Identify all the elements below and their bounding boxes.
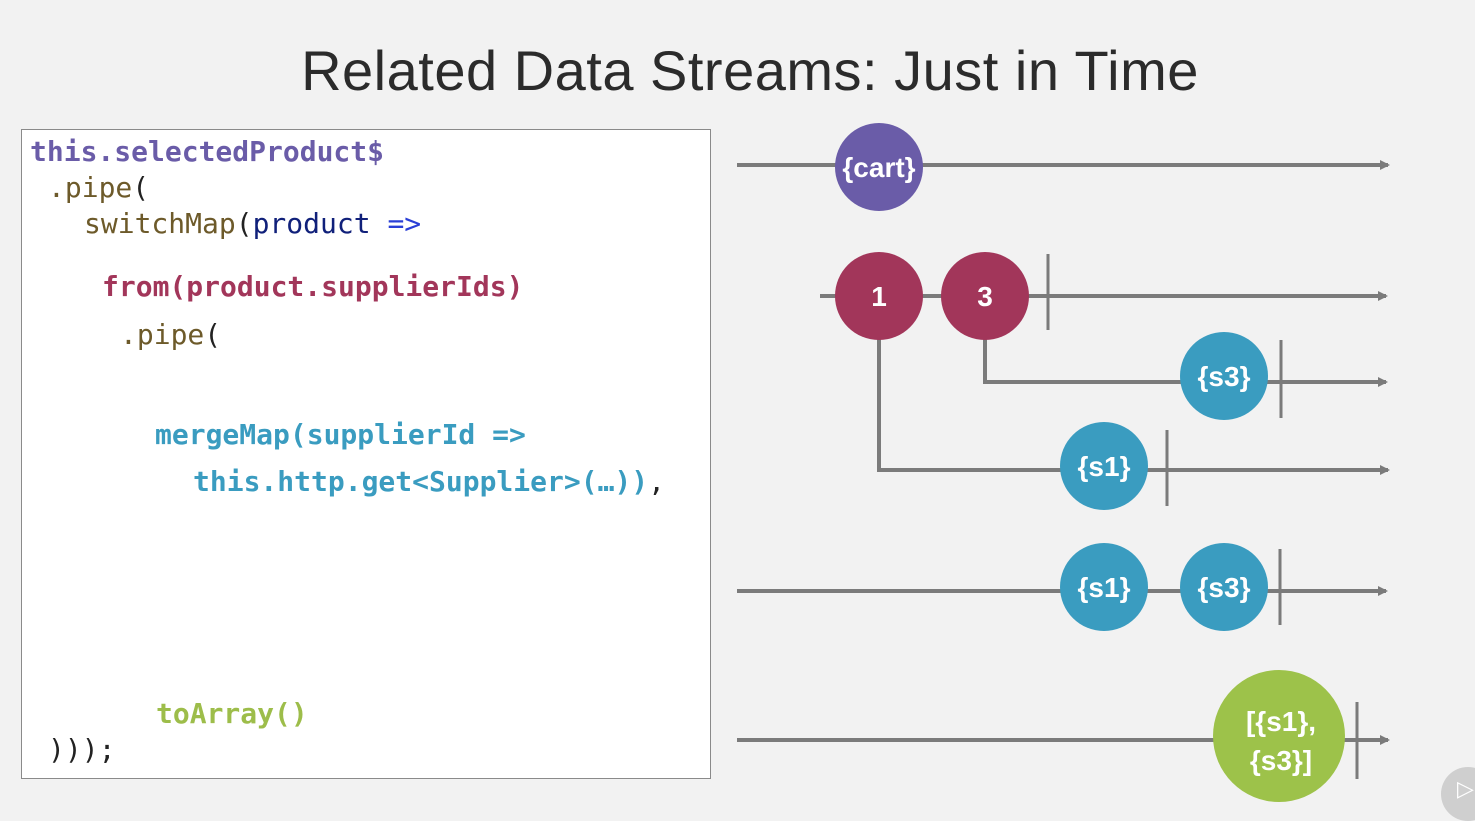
marble-id-3-label: 3 xyxy=(977,281,993,312)
marble-inner-s1-label: {s1} xyxy=(1078,451,1131,482)
marble-inner-s3-label: {s3} xyxy=(1198,361,1251,392)
play-icon: ▷ xyxy=(1457,777,1474,802)
marble-id-1-label: 1 xyxy=(871,281,887,312)
marble-diagram: {cart} 1 3 {s3} {s1} {s1} {s3} [{s1}, {s… xyxy=(737,123,1390,802)
marble-merged-s3-label: {s3} xyxy=(1198,572,1251,603)
marble-array-label-line2: {s3}] xyxy=(1250,745,1312,776)
marble-merged-s1-label: {s1} xyxy=(1078,572,1131,603)
marble-array-label-line1: [{s1}, xyxy=(1246,706,1316,737)
marble-cart-label: {cart} xyxy=(842,152,915,183)
